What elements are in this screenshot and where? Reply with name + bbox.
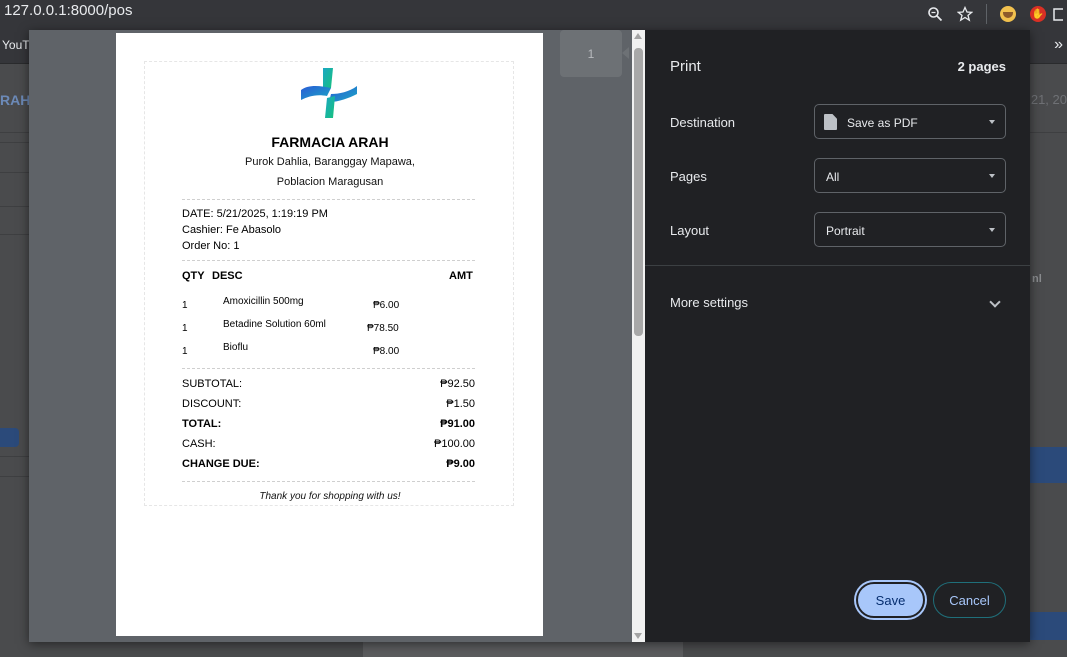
pages-label: Pages xyxy=(670,169,707,184)
print-preview-area: FARMACIA ARAH Purok Dahlia, Baranggay Ma… xyxy=(29,30,645,642)
pages-value: All xyxy=(826,170,840,184)
cash-value: ₱100.00 xyxy=(434,438,475,450)
more-bookmarks-button[interactable]: » xyxy=(1054,36,1063,54)
discount-label: DISCOUNT: xyxy=(182,398,242,410)
item-qty: 1 xyxy=(182,346,188,357)
pages-select[interactable]: All xyxy=(814,158,1006,193)
extension-avatar-icon[interactable] xyxy=(993,0,1023,28)
save-button[interactable]: Save xyxy=(856,582,925,618)
layout-select[interactable]: Portrait xyxy=(814,212,1006,247)
thank-you-message: Thank you for shopping with us! xyxy=(259,491,401,502)
scrollbar-thumb[interactable] xyxy=(634,48,643,336)
background-bottom-strip xyxy=(363,642,683,657)
document-icon xyxy=(824,114,837,130)
dropdown-caret-icon xyxy=(989,120,995,124)
total-label: TOTAL: xyxy=(182,418,222,430)
destination-select[interactable]: Save as PDF xyxy=(814,104,1006,139)
url-host: 127.0.0.1 xyxy=(4,2,67,19)
background-title-fragment: RAH xyxy=(0,92,31,108)
total-value: ₱91.00 xyxy=(440,418,475,430)
print-title: Print xyxy=(670,58,701,75)
settings-divider xyxy=(645,265,1030,266)
extensions-puzzle-icon[interactable] xyxy=(1053,0,1067,28)
receipt: FARMACIA ARAH Purok Dahlia, Baranggay Ma… xyxy=(144,61,514,506)
destination-label: Destination xyxy=(670,115,736,130)
background-button-fragment xyxy=(0,428,19,447)
background-text-fragment: nl xyxy=(1032,273,1042,285)
subtotal-value: ₱92.50 xyxy=(440,378,475,390)
divider xyxy=(182,260,475,261)
cancel-button[interactable]: Cancel xyxy=(933,582,1006,618)
url-path: :8000/pos xyxy=(66,2,133,19)
scroll-up-arrow-icon[interactable] xyxy=(634,33,642,39)
print-settings-panel: Print 2 pages Destination Save as PDF Pa… xyxy=(645,30,1030,642)
change-label: CHANGE DUE: xyxy=(182,458,260,470)
discount-value: ₱1.50 xyxy=(446,398,475,410)
chevron-down-icon[interactable] xyxy=(989,296,1001,308)
item-qty: 1 xyxy=(182,300,188,311)
item-desc: Betadine Solution 60ml xyxy=(223,319,326,330)
receipt-order-no: Order No: 1 xyxy=(182,240,240,252)
header-amt: AMT xyxy=(449,270,473,282)
toolbar-separator xyxy=(986,4,987,24)
extension-stop-icon[interactable]: ✋ xyxy=(1023,0,1053,28)
item-desc: Bioflu xyxy=(223,342,249,353)
change-value: ₱9.00 xyxy=(446,458,475,470)
divider xyxy=(182,368,475,369)
receipt-date: DATE: 5/21/2025, 1:19:19 PM xyxy=(182,208,328,220)
page-count: 2 pages xyxy=(957,59,1006,74)
background-row-highlight xyxy=(1030,447,1067,483)
item-amt: ₱78.50 xyxy=(367,323,399,334)
item-desc: Amoxicillin 500mg xyxy=(223,296,304,307)
scroll-down-arrow-icon[interactable] xyxy=(634,633,642,639)
dropdown-caret-icon xyxy=(989,228,995,232)
layout-value: Portrait xyxy=(826,224,865,238)
destination-value: Save as PDF xyxy=(847,116,918,130)
address-line-2: Poblacion Maragusan xyxy=(276,176,384,188)
item-qty: 1 xyxy=(182,323,188,334)
thumbnail-pointer xyxy=(622,47,629,59)
store-name: FARMACIA ARAH xyxy=(271,134,389,150)
cash-label: CASH: xyxy=(182,438,216,450)
page-thumbnail[interactable]: 1 xyxy=(560,30,622,77)
background-button-fragment-right xyxy=(1030,612,1067,640)
header-qty: QTY xyxy=(182,270,205,282)
receipt-cashier: Cashier: Fe Abasolo xyxy=(182,224,282,236)
divider xyxy=(182,199,475,200)
item-amt: ₱8.00 xyxy=(373,346,400,357)
preview-page: FARMACIA ARAH Purok Dahlia, Baranggay Ma… xyxy=(116,33,543,636)
divider xyxy=(182,481,475,482)
layout-label: Layout xyxy=(670,223,710,238)
pharmacy-cross-logo xyxy=(301,68,357,118)
preview-scrollbar[interactable] xyxy=(632,30,645,642)
header-desc: DESC xyxy=(212,270,243,282)
item-amt: ₱6.00 xyxy=(373,300,400,311)
zoom-icon[interactable] xyxy=(920,0,950,28)
browser-toolbar: 127.0.0.1:8000/pos ✋ xyxy=(0,0,1067,28)
print-dialog: FARMACIA ARAH Purok Dahlia, Baranggay Ma… xyxy=(29,30,1030,642)
dropdown-caret-icon xyxy=(989,174,995,178)
address-line-1: Purok Dahlia, Baranggay Mapawa, xyxy=(245,156,415,168)
more-settings-toggle[interactable]: More settings xyxy=(670,295,748,310)
bookmark-star-icon[interactable] xyxy=(950,0,980,28)
subtotal-label: SUBTOTAL: xyxy=(182,378,243,390)
address-bar[interactable]: 127.0.0.1:8000/pos xyxy=(4,2,132,19)
background-date-fragment: 21, 20 xyxy=(1030,92,1067,107)
